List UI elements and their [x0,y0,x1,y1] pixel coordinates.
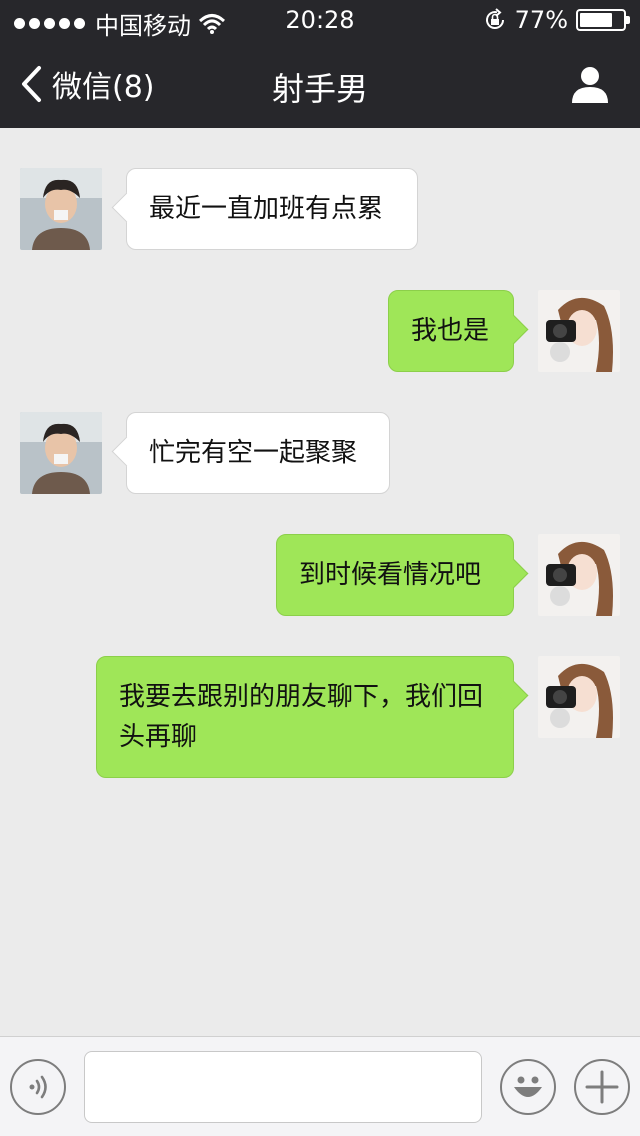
chat-title: 射手男 [271,70,368,108]
message-text: 忙完有空一起聚聚 [149,438,358,468]
my-avatar[interactable] [538,534,620,616]
voice-button[interactable] [10,1059,66,1115]
battery-icon [576,9,630,31]
contact-avatar[interactable] [20,168,102,250]
person-icon[interactable] [570,64,610,104]
status-right: 77% [483,6,630,34]
voice-icon [29,1075,47,1099]
emoji-button[interactable] [500,1059,556,1115]
message-text: 最近一直加班有点累 [149,194,384,224]
message-text: 我也是 [411,316,490,346]
my-avatar[interactable] [538,290,620,372]
message-input[interactable] [84,1051,482,1123]
status-bar: 中国移动 20:28 77% [0,0,640,40]
contact-avatar[interactable] [20,412,102,494]
message-bubble[interactable]: 我也是 [388,290,514,372]
emoji-icon [514,1076,542,1097]
chat-area[interactable]: 最近一直加班有点累 我也是 忙完有空一起聚聚 到时候看情况吧 我要去跟别的朋友聊… [0,128,640,1036]
message-text: 到时候看情况吧 [299,560,482,590]
rotation-lock-icon [485,8,504,29]
message-bubble[interactable]: 最近一直加班有点累 [126,168,418,250]
battery-percent: 77% [514,6,568,34]
my-avatar[interactable] [538,656,620,738]
message-bubble[interactable]: 忙完有空一起聚聚 [126,412,390,494]
nav-bar: 微信(8) 射手男 [0,40,640,128]
plus-icon [585,1070,619,1104]
message-text: 我要去跟别的朋友聊下，我们回头再聊 [119,682,484,752]
input-bar [0,1036,640,1136]
message-bubble[interactable]: 我要去跟别的朋友聊下，我们回头再聊 [96,656,514,778]
plus-button[interactable] [574,1059,630,1115]
message-bubble[interactable]: 到时候看情况吧 [276,534,514,616]
